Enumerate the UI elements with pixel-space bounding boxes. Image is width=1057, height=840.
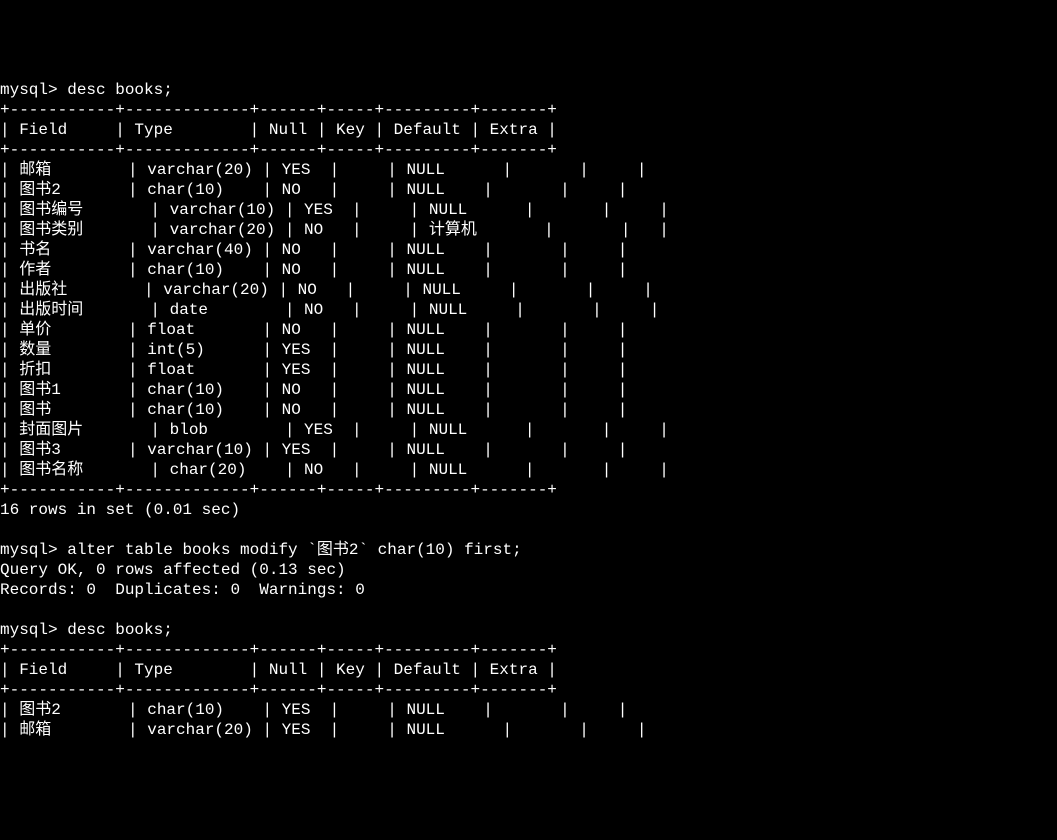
table1-border-mid: +-----------+-------------+------+-----+… <box>0 141 557 159</box>
table1-row: | 邮箱 | varchar(20) | YES | | NULL | | | <box>0 161 647 179</box>
table1-row: | 图书 | char(10) | NO | | NULL | | | <box>0 401 627 419</box>
table1-row: | 图书1 | char(10) | NO | | NULL | | | <box>0 381 627 399</box>
table1-row: | 出版时间 | date | NO | | NULL | | | <box>0 301 659 319</box>
prompt: mysql> <box>0 541 58 559</box>
terminal-output: mysql> desc books; +-----------+--------… <box>0 80 1057 740</box>
table2-border-top: +-----------+-------------+------+-----+… <box>0 641 557 659</box>
table1-row: | 数量 | int(5) | YES | | NULL | | | <box>0 341 627 359</box>
prompt: mysql> <box>0 81 58 99</box>
table1-row: | 作者 | char(10) | NO | | NULL | | | <box>0 261 627 279</box>
table1-row: | 封面图片 | blob | YES | | NULL | | | <box>0 421 669 439</box>
table1-row: | 折扣 | float | YES | | NULL | | | <box>0 361 627 379</box>
table2-row: | 图书2 | char(10) | YES | | NULL | | | <box>0 701 627 719</box>
table1-row: | 出版社 | varchar(20) | NO | | NULL | | | <box>0 281 653 299</box>
prompt: mysql> <box>0 621 58 639</box>
table1-row: | 单价 | float | NO | | NULL | | | <box>0 321 627 339</box>
table2-row: | 邮箱 | varchar(20) | YES | | NULL | | | <box>0 721 647 739</box>
result-alter-ok: Query OK, 0 rows affected (0.13 sec) <box>0 561 346 579</box>
table1-row: | 图书名称 | char(20) | NO | | NULL | | | <box>0 461 669 479</box>
table1-row: | 图书2 | char(10) | NO | | NULL | | | <box>0 181 627 199</box>
command-desc-2: desc books; <box>67 621 173 639</box>
table1-border-bot: +-----------+-------------+------+-----+… <box>0 481 557 499</box>
table1-border-top: +-----------+-------------+------+-----+… <box>0 101 557 119</box>
table1-row: | 书名 | varchar(40) | NO | | NULL | | | <box>0 241 627 259</box>
table1-row: | 图书编号 | varchar(10) | YES | | NULL | | … <box>0 201 669 219</box>
table1-header: | Field | Type | Null | Key | Default | … <box>0 121 557 139</box>
result-alter-records: Records: 0 Duplicates: 0 Warnings: 0 <box>0 581 365 599</box>
table2-header: | Field | Type | Null | Key | Default | … <box>0 661 557 679</box>
table1-row: | 图书3 | varchar(10) | YES | | NULL | | | <box>0 441 627 459</box>
command-alter: alter table books modify `图书2` char(10) … <box>67 541 521 559</box>
table2-border-mid: +-----------+-------------+------+-----+… <box>0 681 557 699</box>
table1-row: | 图书类别 | varchar(20) | NO | | 计算机 | | | <box>0 221 669 239</box>
command-desc-1: desc books; <box>67 81 173 99</box>
result-rows: 16 rows in set (0.01 sec) <box>0 501 240 519</box>
